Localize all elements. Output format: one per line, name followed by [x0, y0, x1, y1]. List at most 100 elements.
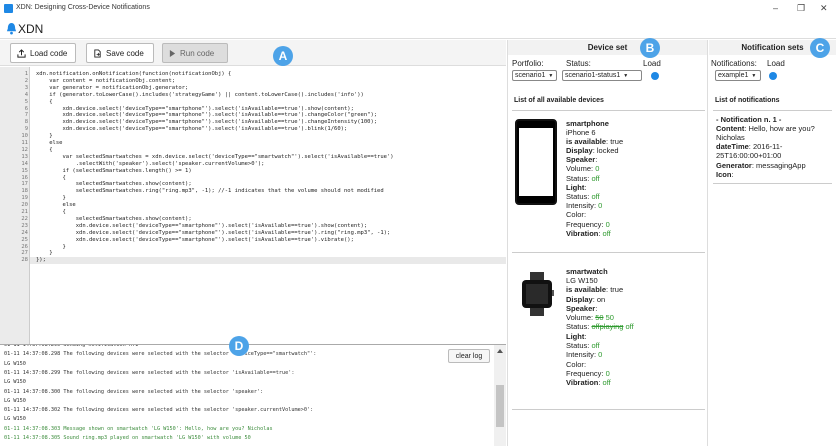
divider: [713, 183, 832, 184]
code-line[interactable]: xdn.device.select('deviceType=="smartpho…: [36, 106, 353, 113]
code-line[interactable]: }: [36, 244, 65, 251]
code-line[interactable]: xdn.device.select('deviceType=="smartpho…: [36, 126, 347, 133]
device-available: is available: true: [566, 137, 624, 146]
save-code-button[interactable]: Save code: [86, 43, 154, 63]
run-code-button[interactable]: Run code: [162, 43, 228, 63]
log-line: 01-11 14:37:08.300 The following devices…: [4, 388, 264, 395]
code-line[interactable]: selectedSmartwatches.ring("ring.mp3", -1…: [36, 188, 384, 195]
device-load-icon[interactable]: [651, 72, 659, 80]
log-line: 01-11 14:37:08.303 Message shown on smar…: [4, 425, 273, 432]
code-line[interactable]: }: [36, 250, 52, 257]
code-line[interactable]: if (selectedSmartwatches.length() >= 1): [36, 168, 191, 175]
line-number: 8: [24, 119, 28, 126]
code-line[interactable]: {: [36, 147, 52, 154]
badge-c: C: [810, 38, 830, 58]
device-color: Color:: [566, 210, 587, 219]
maximize-icon[interactable]: ❐: [797, 3, 805, 14]
log-scrollbar-thumb[interactable]: [496, 385, 504, 427]
badge-a: A: [273, 46, 293, 66]
code-line[interactable]: else: [36, 202, 75, 209]
save-code-label: Save code: [106, 48, 144, 58]
notification-datetime-cont: 25T16:00:00+01:00: [716, 151, 782, 160]
code-line[interactable]: }: [36, 133, 52, 140]
app-name: XDN: [18, 22, 44, 36]
code-line[interactable]: var content = notificationObj.content;: [36, 78, 175, 85]
device-speaker-status: Status: off: [566, 174, 600, 183]
device-light: Light:: [566, 183, 587, 192]
code-line[interactable]: }: [36, 195, 65, 202]
notification-sets-panel: Notification sets Notifications: Load ex…: [709, 40, 836, 446]
line-number-gutter: 1 2 3 4 5 6 7 8 9 10 11 12 13 14 15 16 17 18 19 20 21 22 23 24 2…: [0, 67, 30, 344]
run-code-label: Run code: [180, 48, 215, 58]
code-line[interactable]: xdn.notification.onNotification(function…: [36, 71, 231, 78]
line-number: 24: [21, 229, 28, 236]
device-color: Color:: [566, 360, 587, 369]
divider: [512, 110, 705, 111]
device-light-status: Status: off: [566, 341, 600, 350]
line-number: 6: [24, 105, 28, 112]
code-line[interactable]: if (generator.toLowerCase().includes('st…: [36, 92, 364, 99]
load-code-button[interactable]: Load code: [10, 43, 76, 63]
status-select[interactable]: scenario1-status1 ▼: [562, 70, 642, 81]
badge-b: B: [640, 38, 660, 58]
scroll-up-icon[interactable]: [496, 348, 504, 354]
code-line[interactable]: });: [30, 257, 506, 265]
line-number: 9: [24, 126, 28, 133]
code-line[interactable]: var selectedSmartwatches = xdn.device.se…: [36, 154, 393, 161]
code-line[interactable]: else: [36, 140, 62, 147]
code-line[interactable]: selectedSmartwatches.show(content);: [36, 181, 192, 188]
code-line[interactable]: {: [36, 209, 65, 216]
line-number: 25: [21, 236, 28, 243]
save-file-icon: [94, 48, 101, 58]
smartwatch-image: [522, 272, 554, 316]
code-line[interactable]: xdn.device.select('deviceType=="smartpho…: [36, 230, 391, 237]
line-number: 20: [21, 202, 28, 209]
device-light: Light:: [566, 332, 587, 341]
notification-datetime: dateTime: 2016-11-: [716, 142, 783, 151]
line-number: 2: [24, 77, 28, 84]
notification-content: Content: Hello, how are you?: [716, 124, 815, 133]
log-line: 01-11 14:37:08.299 The following devices…: [4, 369, 295, 376]
line-number: 27: [21, 250, 28, 257]
code-line[interactable]: xdn.device.select('deviceType=="smartpho…: [36, 112, 377, 119]
code-line[interactable]: .selectWith('speaker').select('speaker.c…: [36, 161, 265, 168]
code-line[interactable]: {: [36, 175, 65, 182]
notification-heading: - Notification n. 1 -: [716, 115, 782, 124]
chevron-down-icon: ▼: [751, 73, 757, 79]
minimize-icon[interactable]: –: [773, 3, 778, 13]
device-volume: Volume: 0: [566, 164, 600, 173]
notification-load-icon[interactable]: [769, 72, 777, 80]
smartphone-image: [515, 119, 557, 205]
device-intensity: Intensity: 0: [566, 201, 603, 210]
code-editor[interactable]: 1 2 3 4 5 6 7 8 9 10 11 12 13 14 15 16 17 18 19 20 21 22 23 24 2…: [0, 67, 506, 344]
code-line[interactable]: xdn.device.select('deviceType=="smartpho…: [36, 119, 377, 126]
app-header: XDN: [0, 20, 836, 39]
device-frequency: Frequency: 0: [566, 220, 610, 229]
status-label: Status:: [566, 59, 591, 68]
window-title: XDN: Designing Cross-Device Notification…: [16, 4, 150, 11]
device-vibration: Vibration: off: [566, 378, 611, 387]
code-line[interactable]: var generator = notificationObj.generato…: [36, 85, 188, 92]
code-line[interactable]: xdn.device.select('deviceType=="smartpho…: [36, 223, 367, 230]
line-number: 12: [21, 146, 28, 153]
device-type: smartphone: [566, 119, 609, 128]
load-icon: [17, 48, 26, 58]
divider: [512, 252, 705, 253]
code-line[interactable]: selectedSmartwatches.show(content);: [36, 216, 192, 223]
line-number: 14: [21, 160, 28, 167]
line-number: 4: [24, 91, 28, 98]
clear-log-button[interactable]: clear log: [448, 349, 490, 363]
portfolio-select[interactable]: scenario1 ▼: [512, 70, 557, 81]
device-speaker-status: Status: offplaying off: [566, 322, 634, 331]
device-set-panel: Device set Portfolio: Status: Load scena…: [507, 40, 708, 446]
app-icon: [4, 4, 13, 13]
code-line[interactable]: xdn.device.select('deviceType=="smartpho…: [36, 237, 354, 244]
badge-d: D: [229, 336, 249, 356]
device-load-label: Load: [643, 59, 661, 68]
close-icon[interactable]: ✕: [820, 3, 828, 14]
code-line[interactable]: {: [36, 99, 52, 106]
line-number: 13: [21, 153, 28, 160]
line-number: 5: [24, 98, 28, 105]
device-available: is available: true: [566, 285, 624, 294]
notification-set-select[interactable]: example1 ▼: [715, 70, 761, 81]
